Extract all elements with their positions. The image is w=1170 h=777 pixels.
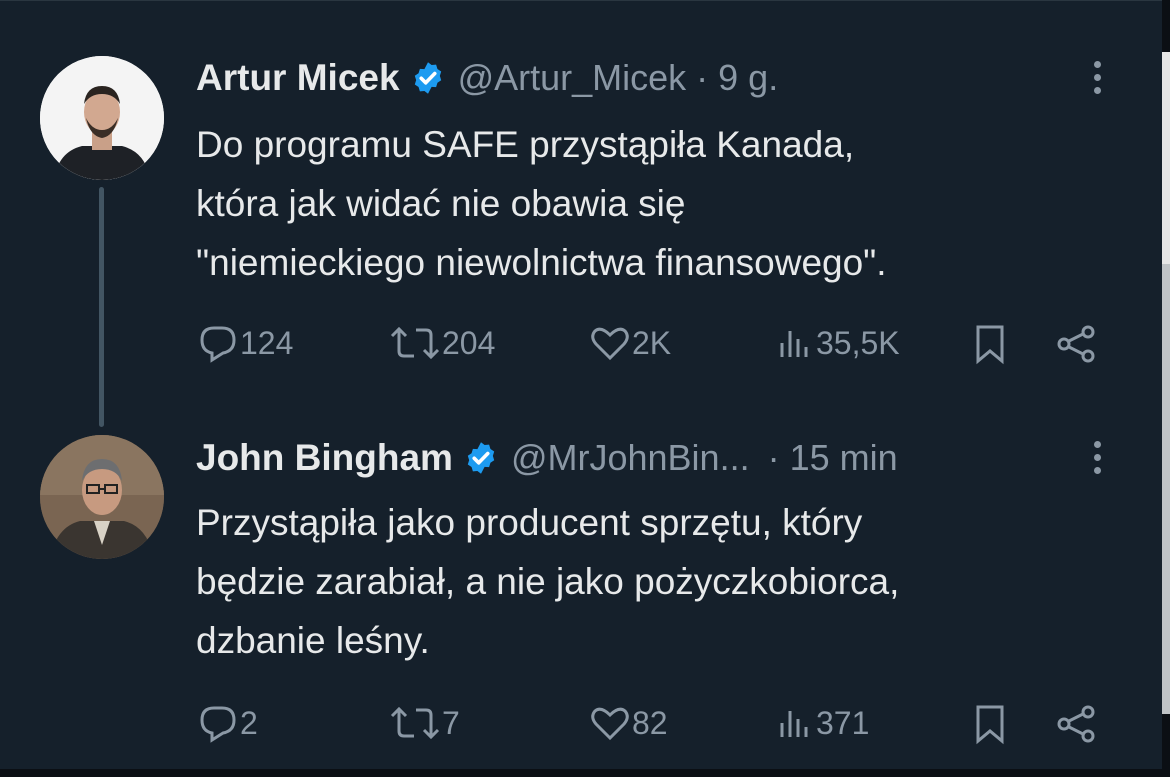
retweet-button[interactable]: 7 — [388, 703, 460, 743]
views-count: 35,5K — [816, 324, 900, 361]
views-button[interactable]: 371 — [776, 703, 869, 743]
views-count: 371 — [816, 704, 870, 741]
like-count: 82 — [632, 704, 668, 741]
tweet-actions: 2 7 82 371 — [196, 703, 1106, 753]
share-icon — [1057, 325, 1095, 363]
author-handle[interactable]: @Artur_Micek — [458, 57, 687, 99]
tweet-john-bingham[interactable]: John Bingham @MrJohnBin... · 15 min Przy… — [0, 421, 1162, 771]
share-button[interactable] — [1054, 703, 1098, 745]
like-button[interactable]: 2K — [588, 323, 671, 363]
retweet-button[interactable]: 204 — [388, 323, 495, 363]
tweet-text: Przystąpiła jako producent sprzętu, któr… — [196, 502, 900, 661]
reply-count: 124 — [240, 324, 294, 361]
person-photo — [40, 56, 164, 180]
background-edge — [1162, 264, 1170, 714]
like-icon — [591, 327, 629, 361]
author-name[interactable]: John Bingham — [196, 437, 453, 479]
share-button[interactable] — [1054, 323, 1098, 365]
share-icon — [1057, 705, 1095, 743]
tweet-time[interactable]: · 9 g. — [696, 57, 778, 99]
thread-line — [99, 187, 104, 427]
reply-count: 2 — [240, 704, 258, 741]
person-photo — [40, 435, 164, 559]
tweet-time[interactable]: · 15 min — [768, 437, 898, 479]
reply-icon — [200, 706, 236, 743]
retweet-count: 7 — [442, 704, 460, 741]
author-name[interactable]: Artur Micek — [196, 57, 400, 99]
reply-button[interactable]: 2 — [196, 703, 258, 743]
reply-button[interactable]: 124 — [196, 323, 293, 363]
tweet-artur-micek[interactable]: Artur Micek @Artur_Micek · 9 g. Do progr… — [0, 1, 1162, 427]
avatar[interactable] — [40, 56, 164, 180]
retweet-icon — [390, 706, 440, 740]
views-icon — [780, 331, 808, 357]
background-edge — [1162, 52, 1170, 264]
like-icon — [591, 707, 629, 741]
bookmark-icon — [976, 705, 1004, 745]
bookmark-button[interactable] — [972, 323, 1008, 365]
bookmark-button[interactable] — [972, 703, 1008, 745]
tweet-header: John Bingham @MrJohnBin... · 15 min — [196, 433, 898, 483]
retweet-count: 204 — [442, 324, 496, 361]
avatar[interactable] — [40, 435, 164, 559]
author-handle[interactable]: @MrJohnBin... — [511, 437, 750, 479]
bookmark-icon — [976, 325, 1004, 365]
like-button[interactable]: 82 — [588, 703, 668, 743]
tweet-text: Do programu SAFE przystąpiła Kanada, któ… — [196, 124, 887, 283]
retweet-icon — [390, 326, 440, 360]
more-icon[interactable] — [1094, 61, 1102, 94]
verified-badge-icon — [414, 62, 441, 94]
more-icon[interactable] — [1094, 441, 1102, 474]
verified-badge-icon — [467, 442, 495, 474]
background-edge — [0, 769, 1170, 777]
like-count: 2K — [632, 324, 672, 361]
tweet-actions: 124 204 2K 35,5K — [196, 323, 1106, 373]
tweet-header: Artur Micek @Artur_Micek · 9 g. — [196, 53, 778, 103]
timeline: Artur Micek @Artur_Micek · 9 g. Do progr… — [0, 0, 1162, 777]
views-button[interactable]: 35,5K — [776, 323, 900, 363]
views-icon — [780, 711, 808, 737]
reply-icon — [200, 326, 236, 363]
